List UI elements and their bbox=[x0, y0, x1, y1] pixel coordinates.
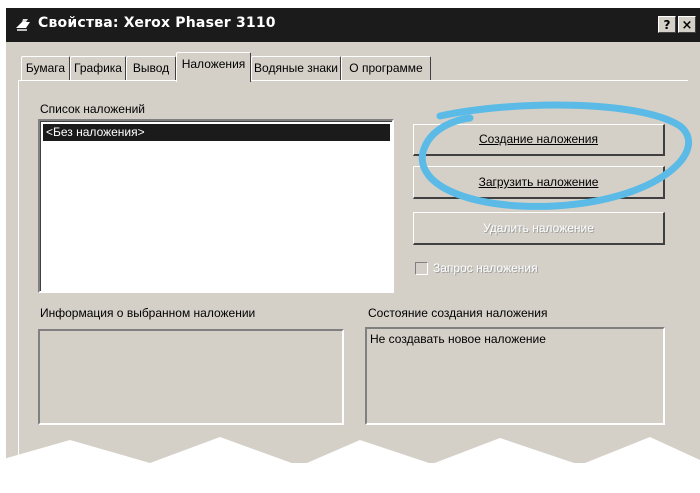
load-overlay-button[interactable]: Загрузить наложение bbox=[413, 166, 665, 199]
selected-overlay-info-label: Информация о выбранном наложении bbox=[40, 306, 256, 320]
overlay-list[interactable]: <Без наложения> bbox=[38, 119, 394, 293]
tab-about[interactable]: О программе bbox=[341, 56, 431, 80]
create-overlay-button[interactable]: Создание наложения bbox=[413, 124, 665, 156]
list-item[interactable]: <Без наложения> bbox=[43, 124, 390, 141]
close-button[interactable]: × bbox=[678, 16, 696, 33]
tab-graphics[interactable]: Графика bbox=[70, 56, 126, 80]
delete-overlay-button[interactable]: Удалить наложение bbox=[413, 212, 665, 245]
selected-overlay-info-box bbox=[38, 329, 344, 425]
tab-overlays[interactable]: Наложения bbox=[176, 52, 251, 82]
confirm-overlay-checkbox[interactable] bbox=[415, 262, 428, 275]
create-overlay-label: Создание наложения bbox=[479, 132, 598, 146]
overlay-status-label: Состояние создания наложения bbox=[368, 306, 548, 320]
tab-output[interactable]: Вывод bbox=[126, 56, 176, 80]
tab-paper[interactable]: Бумага bbox=[21, 56, 70, 80]
title-bar[interactable]: Свойства: Xerox Phaser 3110 ? × bbox=[6, 8, 700, 42]
help-button[interactable]: ? bbox=[658, 16, 676, 33]
overlay-status-text: Не создавать новое наложение bbox=[370, 332, 546, 346]
overlay-status-box: Не создавать новое наложение bbox=[365, 327, 665, 425]
overlay-list-label: Список наложений bbox=[40, 102, 145, 116]
confirm-overlay-label: Запрос наложения bbox=[433, 261, 538, 275]
printer-icon bbox=[16, 19, 30, 31]
window-title: Свойства: Xerox Phaser 3110 bbox=[38, 15, 276, 31]
tab-watermarks[interactable]: Водяные знаки bbox=[251, 56, 341, 80]
delete-overlay-label: Удалить наложение bbox=[483, 221, 594, 235]
tab-strip: Бумага Графика Вывод Наложения Водяные з… bbox=[6, 42, 700, 82]
load-overlay-label: Загрузить наложение bbox=[478, 175, 599, 189]
